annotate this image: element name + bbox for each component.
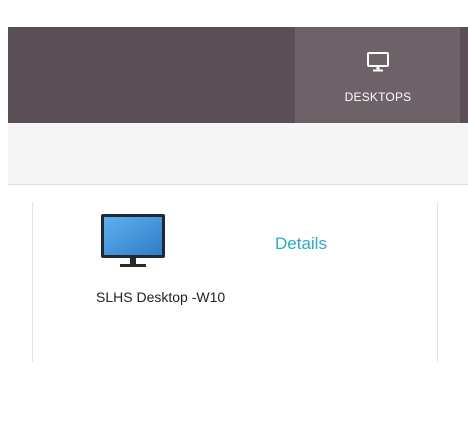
details-link[interactable]: Details (275, 234, 327, 254)
desktop-card: Details SLHS Desktop -W10 (32, 202, 438, 362)
page: DESKTOPS Details SLHS Desktop -W10 (0, 0, 468, 434)
toolbar-area (8, 123, 468, 185)
tab-desktops[interactable]: DESKTOPS (295, 27, 461, 123)
top-navigation-bar: DESKTOPS (8, 27, 461, 123)
desktop-monitor-icon[interactable] (100, 213, 166, 271)
tab-desktops-label: DESKTOPS (344, 90, 412, 104)
nav-bar-edge (460, 27, 468, 123)
monitor-icon (366, 51, 390, 73)
top-strip (0, 0, 468, 27)
desktop-name: SLHS Desktop -W10 (96, 289, 226, 305)
